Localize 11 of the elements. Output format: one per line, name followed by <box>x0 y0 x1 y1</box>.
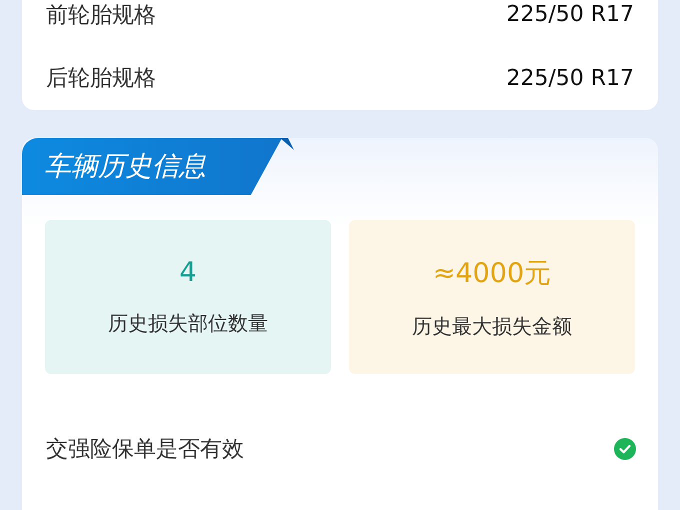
stat-label: 历史损失部位数量 <box>108 310 268 337</box>
spec-label: 前轮胎规格 <box>46 2 156 30</box>
stat-value: 4 <box>179 257 197 288</box>
check-label: 交强险保单是否有效 <box>46 436 244 464</box>
stat-label: 历史最大损失金额 <box>412 312 572 340</box>
stat-value: ≈4000元 <box>432 256 552 290</box>
ribbon-fold-icon <box>280 138 294 150</box>
section-title: 车辆历史信息 <box>22 138 282 195</box>
spec-label: 后轮胎规格 <box>46 65 156 93</box>
spec-value: 225/50 R17 <box>506 2 634 27</box>
spec-value: 225/50 R17 <box>506 66 634 90</box>
